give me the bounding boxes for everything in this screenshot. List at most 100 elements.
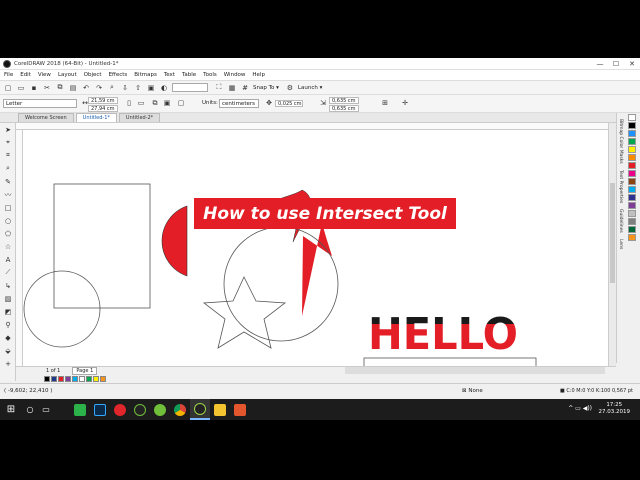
zoom-tool-icon[interactable]: ⌕: [2, 163, 14, 174]
document-palette-swatch[interactable]: [72, 376, 78, 382]
palette-swatch[interactable]: [628, 170, 636, 177]
eyedropper-icon[interactable]: ⚲: [2, 319, 14, 330]
page-height-field[interactable]: 27,94 cm: [88, 105, 118, 112]
app-green-icon[interactable]: [150, 399, 170, 420]
full-screen-icon[interactable]: ⛶: [214, 83, 224, 93]
copy-icon[interactable]: ⧉: [55, 83, 65, 93]
corel-connect-icon[interactable]: ◐: [159, 83, 169, 93]
vertical-scroll-thumb[interactable]: [610, 183, 615, 283]
duplicate-x-field[interactable]: 0,635 cm: [329, 97, 359, 104]
horizontal-scrollbar[interactable]: [345, 367, 605, 374]
snap-to-dropdown[interactable]: Snap To ▾: [253, 85, 279, 91]
options-gear-icon[interactable]: ⚙: [285, 83, 295, 93]
menu-layout[interactable]: Layout: [58, 72, 77, 78]
text-tool-icon[interactable]: A: [2, 254, 14, 265]
camtasia-recorder-icon[interactable]: [230, 399, 250, 420]
horizontal-ruler[interactable]: [16, 123, 608, 130]
duplicate-y-field[interactable]: 0,635 cm: [329, 105, 359, 112]
all-pages-icon[interactable]: ⧉: [150, 98, 160, 108]
undo-icon[interactable]: ↶: [81, 83, 91, 93]
palette-swatch[interactable]: [628, 226, 636, 233]
new-document-icon[interactable]: ▢: [3, 83, 13, 93]
portrait-icon[interactable]: ▯: [124, 98, 134, 108]
quick-customize-icon[interactable]: ✛: [400, 98, 410, 108]
rectangle-shape[interactable]: [53, 183, 151, 309]
tab-untitled-2[interactable]: Untitled-2*: [118, 113, 161, 122]
system-tray-icons[interactable]: ^ ▭ ◀)): [568, 405, 592, 412]
rectangle-tool-icon[interactable]: □: [2, 202, 14, 213]
camtasia-icon[interactable]: [70, 399, 90, 420]
document-palette-swatch[interactable]: [86, 376, 92, 382]
chrome-icon[interactable]: [170, 399, 190, 420]
palette-swatch[interactable]: [628, 186, 636, 193]
crop-tool-icon[interactable]: ⌗: [2, 150, 14, 161]
menu-text[interactable]: Text: [164, 72, 175, 78]
intersect-star-tip-shape-a[interactable]: [302, 223, 332, 316]
save-icon[interactable]: ▪: [29, 83, 39, 93]
document-palette-swatch[interactable]: [51, 376, 57, 382]
publish-pdf-icon[interactable]: ▣: [146, 83, 156, 93]
menu-help[interactable]: Help: [252, 72, 265, 78]
add-tool-icon[interactable]: +: [2, 358, 14, 369]
palette-swatch[interactable]: [628, 218, 636, 225]
windows-start-icon[interactable]: ⊞: [0, 399, 22, 420]
photoshop-icon[interactable]: [90, 399, 110, 420]
nudge-distance-field[interactable]: 0,025 cm: [275, 100, 303, 107]
units-dropdown[interactable]: centimeters: [219, 99, 259, 108]
ellipse-tool-icon[interactable]: ○: [2, 215, 14, 226]
maximize-button[interactable]: ☐: [608, 58, 624, 70]
menu-window[interactable]: Window: [224, 72, 246, 78]
open-folder-icon[interactable]: ▭: [16, 83, 26, 93]
transparency-tool-icon[interactable]: ◩: [2, 306, 14, 317]
search-content-icon[interactable]: ⌕: [107, 83, 117, 93]
export-icon[interactable]: ⇧: [133, 83, 143, 93]
search-icon[interactable]: ○: [22, 405, 38, 414]
file-explorer-icon[interactable]: [210, 399, 230, 420]
grid-icon[interactable]: #: [240, 83, 250, 93]
polygon-tool-icon[interactable]: ⬠: [2, 228, 14, 239]
palette-swatch[interactable]: [628, 114, 636, 121]
palette-swatch[interactable]: [628, 146, 636, 153]
current-page-icon[interactable]: ▣: [162, 98, 172, 108]
task-view-icon[interactable]: ▭: [38, 405, 54, 414]
drop-shadow-icon[interactable]: ▨: [2, 293, 14, 304]
freehand-tool-icon[interactable]: ✎: [2, 176, 14, 187]
shape-tool-icon[interactable]: ⌖: [2, 137, 14, 148]
app-red-icon[interactable]: [110, 399, 130, 420]
document-palette-swatch[interactable]: [65, 376, 71, 382]
pick-tool-icon[interactable]: ➤: [2, 124, 14, 135]
palette-swatch[interactable]: [628, 178, 636, 185]
docker-tab-guidelines[interactable]: Guidelines: [618, 209, 623, 233]
menu-effects[interactable]: Effects: [109, 72, 128, 78]
document-palette-swatch[interactable]: [58, 376, 64, 382]
coreldraw-active-icon[interactable]: [190, 399, 210, 420]
menu-object[interactable]: Object: [84, 72, 102, 78]
landscape-icon[interactable]: ▭: [136, 98, 146, 108]
smart-fill-icon[interactable]: ⬙: [2, 345, 14, 356]
page-frame-icon[interactable]: ▢: [176, 98, 186, 108]
menu-file[interactable]: File: [4, 72, 13, 78]
menu-tools[interactable]: Tools: [203, 72, 217, 78]
circle-shape[interactable]: [23, 270, 101, 348]
zoom-level-field[interactable]: [172, 83, 208, 92]
page-width-field[interactable]: 21,59 cm: [88, 97, 118, 104]
menu-bitmaps[interactable]: Bitmaps: [134, 72, 157, 78]
drawing-canvas[interactable]: HELLO HELLO How to use Intersect Tool: [23, 130, 608, 366]
import-icon[interactable]: ⇩: [120, 83, 130, 93]
palette-swatch[interactable]: [628, 122, 636, 129]
interactive-fill-icon[interactable]: ◆: [2, 332, 14, 343]
menu-edit[interactable]: Edit: [20, 72, 31, 78]
docker-tab-lens[interactable]: Lens: [618, 239, 623, 249]
menu-view[interactable]: View: [38, 72, 51, 78]
docker-tab-text-properties[interactable]: Text Properties: [618, 170, 623, 203]
page-size-dropdown[interactable]: Letter: [3, 99, 77, 108]
document-palette-swatch[interactable]: [79, 376, 85, 382]
palette-swatch[interactable]: [628, 194, 636, 201]
paste-icon[interactable]: ▤: [68, 83, 78, 93]
close-button[interactable]: ✕: [624, 58, 640, 70]
vertical-scrollbar[interactable]: [608, 123, 616, 366]
page-1-tab[interactable]: Page 1: [72, 367, 98, 375]
cut-icon[interactable]: ✂: [42, 83, 52, 93]
document-palette-swatch[interactable]: [100, 376, 106, 382]
palette-swatch[interactable]: [628, 154, 636, 161]
